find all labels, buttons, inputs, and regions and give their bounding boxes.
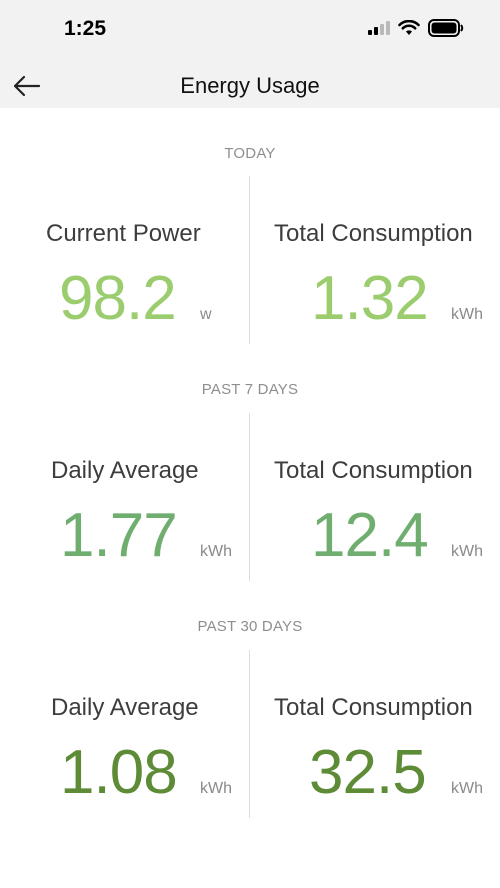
past30-daily-average-unit: kWh bbox=[200, 780, 232, 797]
past7-daily-average-label: Daily Average bbox=[51, 457, 199, 484]
today-total-unit: kWh bbox=[451, 306, 483, 323]
current-power-value: 98.2 bbox=[59, 264, 177, 333]
past7-total-unit: kWh bbox=[451, 543, 483, 560]
section-divider bbox=[249, 176, 250, 344]
section-divider bbox=[249, 413, 250, 581]
past30-total-unit: kWh bbox=[451, 780, 483, 797]
today-total-value: 1.32 bbox=[311, 264, 429, 333]
section-label-past-7-days: PAST 7 DAYS bbox=[201, 381, 299, 398]
past7-daily-average-value: 1.77 bbox=[60, 501, 178, 570]
section-label-today: TODAY bbox=[224, 145, 276, 162]
past30-total-label: Total Consumption bbox=[274, 694, 473, 721]
current-power-label: Current Power bbox=[46, 220, 201, 247]
today-total-label: Total Consumption bbox=[274, 220, 473, 247]
past30-total-value: 32.5 bbox=[309, 738, 427, 807]
battery-icon bbox=[428, 19, 464, 37]
top-bar: 1:25 Energy Usage bbox=[0, 0, 500, 108]
past30-daily-average-label: Daily Average bbox=[51, 694, 199, 721]
past7-daily-average-unit: kWh bbox=[200, 543, 232, 560]
status-time: 1:25 bbox=[64, 17, 107, 40]
page-title: Energy Usage bbox=[180, 73, 320, 98]
past7-total-value: 12.4 bbox=[311, 501, 429, 570]
status-icons bbox=[368, 19, 464, 37]
cellular-signal-icon bbox=[368, 21, 390, 35]
past7-total-label: Total Consumption bbox=[274, 457, 473, 484]
past30-daily-average-value: 1.08 bbox=[60, 738, 178, 807]
section-label-past-30-days: PAST 30 DAYS bbox=[197, 618, 303, 635]
section-divider bbox=[249, 650, 250, 818]
wifi-icon bbox=[398, 20, 420, 35]
current-power-unit: w bbox=[200, 306, 212, 323]
